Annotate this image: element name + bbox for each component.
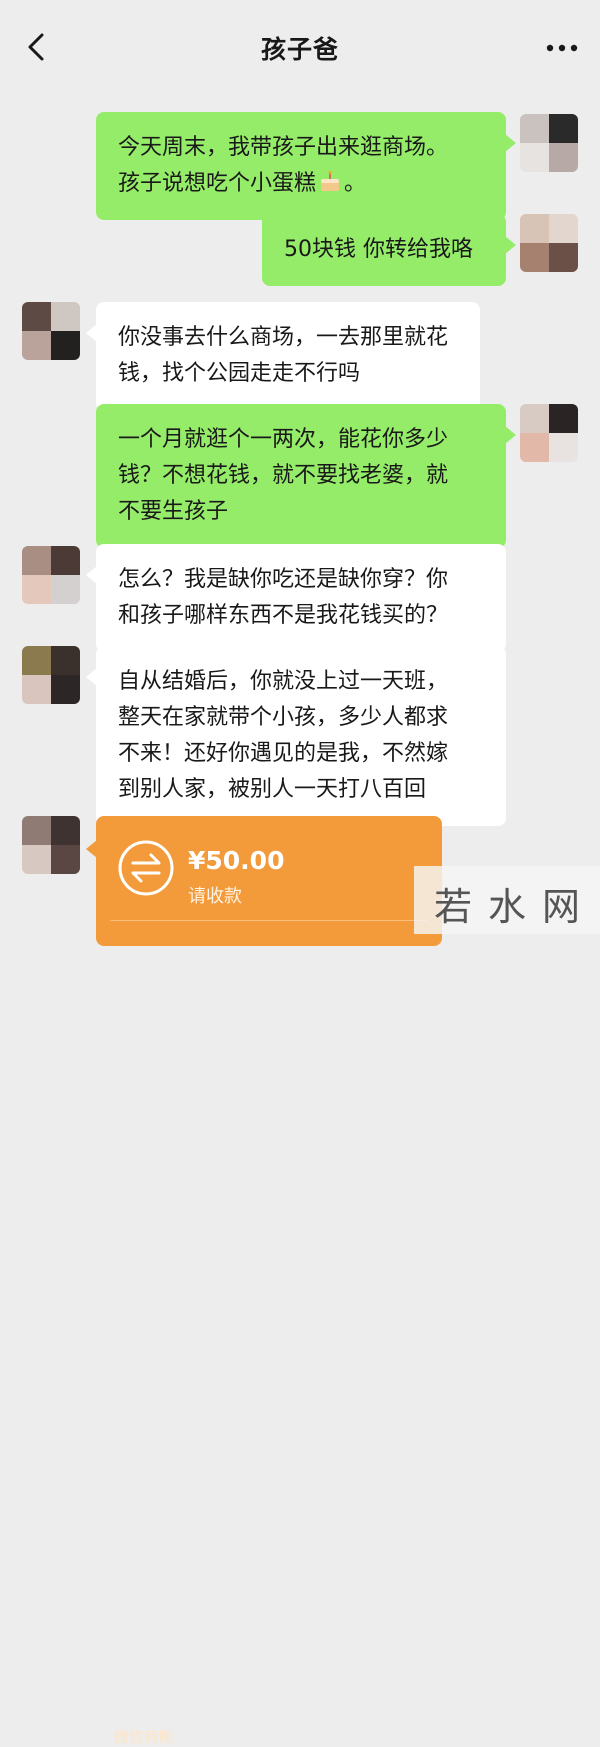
- more-dots-icon[interactable]: [546, 44, 578, 52]
- avatar-contact[interactable]: [22, 302, 80, 360]
- avatar-self[interactable]: [520, 404, 578, 462]
- chat-header: 孩子爸: [0, 0, 600, 92]
- avatar-self[interactable]: [520, 114, 578, 172]
- message-bubble[interactable]: 怎么？我是缺你吃还是缺你穿？你 和孩子哪样东西不是我花钱买的？: [86, 544, 506, 652]
- message-text: 整天在家就带个小孩，多少人都求: [118, 705, 449, 730]
- message-text: 不来！还好你遇见的是我，不然嫁: [118, 741, 449, 766]
- transfer-card[interactable]: ¥50.00 请收款 微信转账: [86, 816, 442, 1746]
- message-text: 不要生孩子: [118, 499, 229, 524]
- message-text: 50块钱 你转给我咯: [284, 237, 473, 262]
- message-bubble[interactable]: 今天周末，我带孩子出来逛商场。 孩子说想吃个小蛋糕 。: [96, 112, 516, 220]
- avatar-contact[interactable]: [22, 546, 80, 604]
- message-text: 钱，找个公园走走不行吗: [118, 361, 361, 386]
- divider: [110, 920, 428, 921]
- message-bubble[interactable]: 自从结婚后，你就没上过一天班， 整天在家就带个小孩，多少人都求 不来！还好你遇见…: [86, 646, 506, 826]
- message-text: 你没事去什么商场，一去那里就花: [118, 325, 449, 350]
- message-text: 怎么？我是缺你吃还是缺你穿？你: [118, 567, 449, 592]
- message-text: 自从结婚后，你就没上过一天班，: [118, 669, 449, 694]
- message-bubble[interactable]: 一个月就逛个一两次，能花你多少 钱？不想花钱，就不要找老婆，就 不要生孩子: [96, 404, 516, 548]
- message-bubble[interactable]: 50块钱 你转给我咯: [262, 214, 516, 286]
- transfer-status: 请收款: [188, 886, 242, 907]
- watermark: 若水网: [414, 866, 600, 934]
- message-bubble[interactable]: 你没事去什么商场，一去那里就花 钱，找个公园走走不行吗: [86, 302, 480, 410]
- transfer-footer-label: 微信转账: [114, 1728, 175, 1746]
- avatar-self[interactable]: [520, 214, 578, 272]
- watermark-text: 若水网: [433, 885, 596, 929]
- message-text: 钱？不想花钱，就不要找老婆，就: [118, 463, 449, 488]
- message-text: 。: [344, 171, 367, 196]
- message-text: 孩子说想吃个小蛋糕: [118, 171, 317, 196]
- cake-emoji-icon: [321, 171, 340, 191]
- avatar-contact[interactable]: [22, 816, 80, 874]
- transfer-amount: ¥50.00: [188, 846, 285, 875]
- avatar-contact[interactable]: [22, 646, 80, 704]
- message-text: 今天周末，我带孩子出来逛商场。: [118, 135, 449, 160]
- message-text: 一个月就逛个一两次，能花你多少: [118, 427, 449, 452]
- chat-title: 孩子爸: [260, 35, 339, 64]
- message-text: 和孩子哪样东西不是我花钱买的？: [118, 603, 449, 628]
- message-text: 到别人家，被别人一天打八百回: [118, 777, 427, 802]
- transfer-arrows-icon: [118, 840, 174, 896]
